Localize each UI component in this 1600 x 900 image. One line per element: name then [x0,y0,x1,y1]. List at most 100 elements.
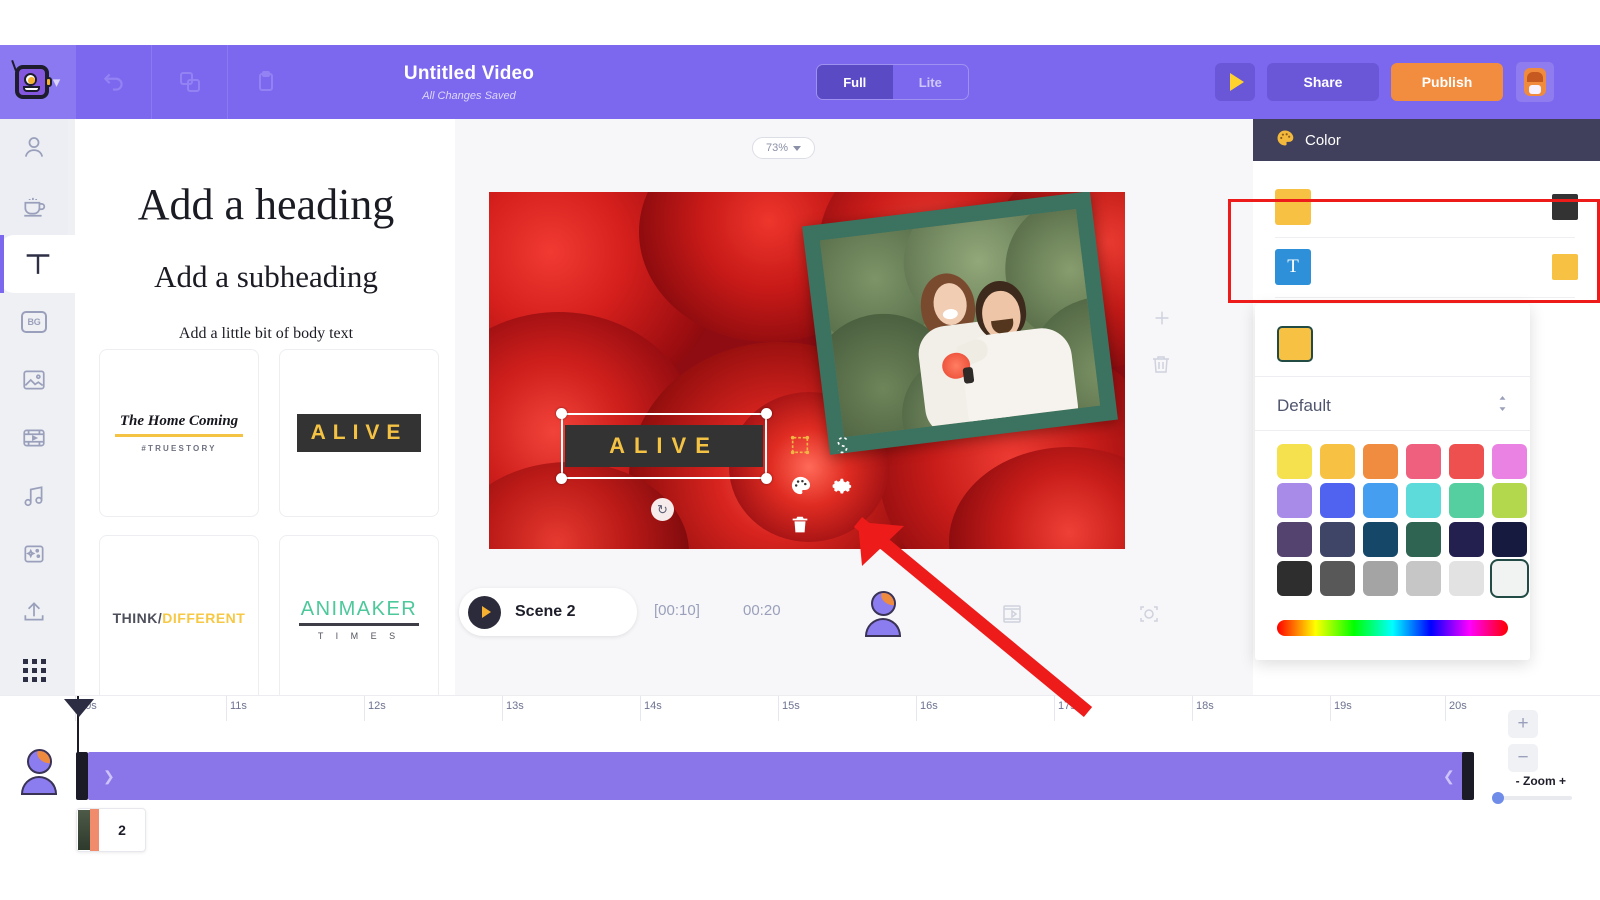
color-swatch[interactable] [1363,483,1398,518]
chevron-down-icon[interactable]: ▾ [53,73,61,91]
text-template-card[interactable]: ANIMAKER T I M E S [279,535,439,703]
color-popup-title: Color [1305,131,1341,149]
timeline-ruler[interactable]: 10s 11s 12s 13s 14s 15s 16s 17s 18s 19s … [75,696,1500,721]
color-swatch[interactable] [1363,561,1398,596]
resize-handle-bl[interactable] [556,473,567,484]
sidebar-item-background[interactable]: BG [0,293,68,351]
current-color-swatch[interactable] [1277,326,1313,362]
color-swatch[interactable] [1492,522,1527,557]
character-icon[interactable] [860,591,904,637]
color-preset-value: Default [1277,396,1331,415]
sidebar-item-more[interactable] [0,641,68,699]
photo-object[interactable] [802,192,1118,455]
mode-full-tab[interactable]: Full [817,65,893,99]
scene-selector[interactable]: Scene 2 [459,588,637,636]
delete-trash-icon[interactable] [783,508,817,542]
color-preset-select[interactable]: Default [1277,386,1509,426]
text-preset-subheading[interactable]: Add a subheading [101,259,431,295]
color-swatch[interactable] [1492,483,1527,518]
settings-gear-icon[interactable] [825,468,859,502]
color-swatch[interactable] [1449,444,1484,479]
color-swatch[interactable] [1363,444,1398,479]
publish-button[interactable]: Publish [1391,63,1503,101]
text-template-card[interactable]: ALIVE [279,349,439,517]
color-swatch[interactable] [1406,444,1441,479]
color-swatch[interactable] [1277,444,1312,479]
timeline-clip-bar[interactable] [88,752,1473,800]
avatar[interactable] [1516,62,1554,102]
resize-handle-tr[interactable] [761,408,772,419]
shape-path-icon[interactable] [825,428,859,462]
hue-spectrum-slider[interactable] [1277,620,1508,636]
text-preset-body[interactable]: Add a little bit of body text [101,325,431,343]
mode-lite-tab[interactable]: Lite [893,65,969,99]
left-sidebar: BG [0,119,75,695]
scene-name: Scene 2 [515,603,576,620]
sidebar-item-upload[interactable] [0,583,68,641]
trash-icon[interactable] [1149,352,1173,381]
text-template-card[interactable]: THINK/DIFFERENT [99,535,259,703]
text-object-alive[interactable]: ALIVE [556,408,772,484]
transition-icon[interactable] [1000,602,1024,631]
color-palette-icon[interactable] [783,468,817,502]
preview-play-button[interactable] [1215,63,1255,101]
paste-icon[interactable] [228,45,303,119]
color-swatch[interactable] [1406,522,1441,557]
color-swatch[interactable] [1277,561,1312,596]
color-swatch[interactable] [1449,483,1484,518]
share-button[interactable]: Share [1267,63,1379,101]
mode-toggle[interactable]: Full Lite [816,64,969,100]
plus-icon[interactable] [1151,307,1173,334]
color-swatch[interactable] [1277,483,1312,518]
timeline-zoom-slider[interactable] [1492,792,1572,804]
brand-logo-button[interactable]: ▾ [0,45,75,119]
scene-thumbnail[interactable]: 2 [76,808,146,852]
color-swatch[interactable] [1320,561,1355,596]
color-swatch[interactable] [1406,483,1441,518]
camera-focus-icon[interactable] [1137,602,1161,631]
scene-play-button[interactable] [468,595,501,629]
rotate-handle[interactable]: ↻ [651,498,674,521]
color-swatch[interactable] [1492,444,1527,479]
tick-label: 11s [230,700,247,712]
resize-handle-tl[interactable] [556,408,567,419]
chevron-left-icon[interactable]: ❮ [1443,768,1455,785]
project-title-block[interactable]: Untitled Video All Changes Saved [349,63,589,102]
slider-knob[interactable] [1492,792,1504,804]
color-picker-dropdown: Default [1255,304,1530,660]
color-swatch[interactable] [1320,483,1355,518]
sidebar-item-character[interactable] [0,119,68,177]
sidebar-item-prop[interactable] [0,177,68,235]
canvas-zoom-value: 73% [765,142,789,154]
color-swatch[interactable] [1492,561,1527,596]
color-swatch-grid [1277,444,1531,596]
crop-icon[interactable] [783,428,817,462]
sidebar-item-effects[interactable] [0,525,68,583]
sidebar-item-music[interactable] [0,467,68,525]
scene-total-time: 00:20 [743,602,781,619]
timeline-zoom-out-button[interactable]: − [1508,744,1538,772]
color-swatch[interactable] [1363,522,1398,557]
sidebar-item-text[interactable] [0,235,75,293]
text-preset-heading[interactable]: Add a heading [101,179,431,230]
chevron-right-icon[interactable]: ❯ [103,768,115,785]
playhead-handle[interactable] [64,699,94,717]
canvas-zoom-control[interactable]: 73% [752,137,815,159]
color-swatch[interactable] [1320,444,1355,479]
character-track-icon[interactable] [16,749,60,795]
timeline-zoom-in-button[interactable]: + [1508,710,1538,738]
clip-trim-right[interactable] [1462,752,1474,800]
text-template-card[interactable]: The Home Coming #TRUESTORY [99,349,259,517]
sidebar-item-image[interactable] [0,351,68,409]
resize-handle-br[interactable] [761,473,772,484]
template-title: ALIVE [310,421,408,444]
sidebar-item-video[interactable] [0,409,68,467]
color-swatch[interactable] [1449,522,1484,557]
tick-label: 12s [368,700,386,712]
color-swatch[interactable] [1277,522,1312,557]
color-swatch[interactable] [1449,561,1484,596]
color-swatch[interactable] [1406,561,1441,596]
color-swatch[interactable] [1320,522,1355,557]
copy-icon[interactable] [152,45,227,119]
undo-icon[interactable] [76,45,151,119]
